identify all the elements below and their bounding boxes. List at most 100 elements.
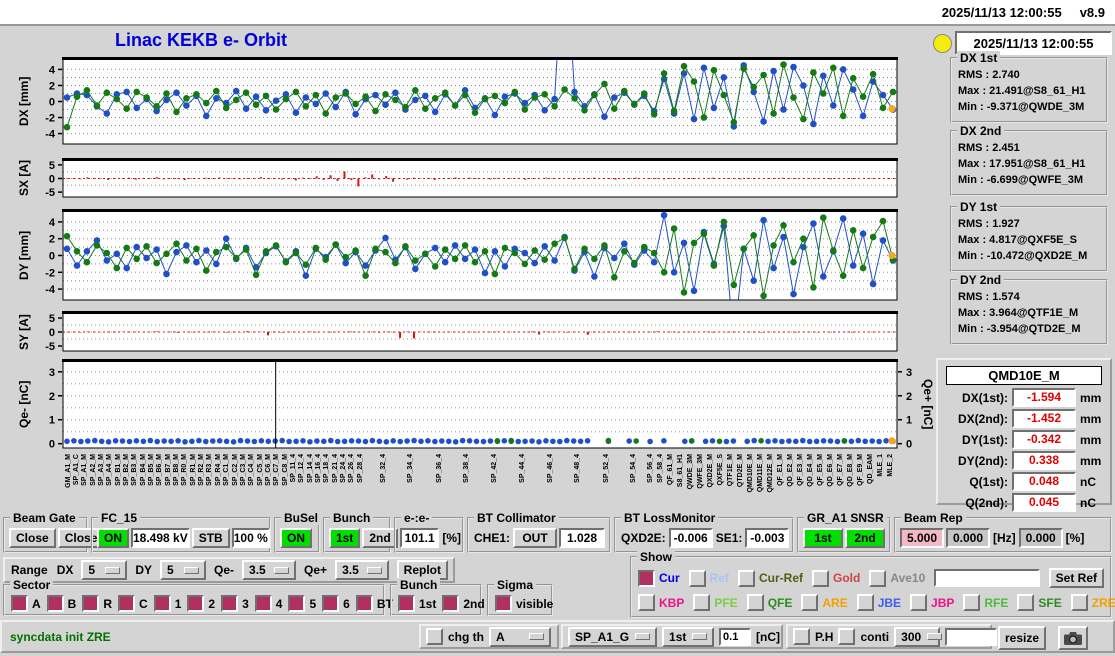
show-checkbox-zre[interactable]: ZRE (1070, 594, 1115, 611)
gr-a1-1st-button[interactable]: 1st (803, 528, 843, 548)
dropdown-indicator-icon (184, 566, 200, 574)
stats-line: Min : -9.371@QWDE_3M (958, 101, 1085, 113)
checkbox-label: 1 (174, 596, 182, 611)
x-axis-label: MLE_2 (887, 454, 894, 477)
show-checkbox-rfe[interactable]: RFE (963, 594, 1008, 611)
show-checkbox-ave10[interactable]: Ave10 (869, 569, 925, 587)
count-dropdown[interactable]: 300 (894, 626, 943, 647)
conti-checkbox[interactable] (838, 628, 856, 645)
sector-checkbox-c[interactable]: C (118, 595, 148, 612)
che1-out-button[interactable]: OUT (513, 528, 558, 548)
checkbox-label: JBE (877, 595, 902, 610)
sector-checkbox-2[interactable]: 2 (187, 595, 215, 612)
range-dx-dropdown[interactable]: 5 (81, 560, 128, 580)
busel-on-button[interactable]: ON (280, 528, 312, 548)
fc15-stb-button[interactable]: STB (191, 528, 230, 548)
sector-checkbox-r[interactable]: R (82, 595, 112, 612)
checkbox-indicator (1070, 594, 1088, 611)
x-axis-label: SP_R2_M (198, 454, 206, 486)
svg-text:2: 2 (49, 234, 55, 246)
beam-gate-close-button-1[interactable]: Close (9, 528, 56, 548)
checkbox-indicator (221, 595, 239, 612)
set-ref-button[interactable]: Set Ref (1048, 568, 1104, 588)
extra-input[interactable] (945, 627, 998, 646)
show-checkbox-cur-ref[interactable]: Cur-Ref (738, 569, 803, 587)
checkbox-indicator (288, 595, 306, 612)
show-checkbox-qfe[interactable]: QFE (746, 594, 792, 611)
x-axis-label: SP_B2_M (123, 454, 130, 486)
show-checkbox-gold[interactable]: Gold (812, 569, 860, 587)
replot-button[interactable]: Replot (396, 560, 448, 580)
sector-checkbox-1[interactable]: 1 (153, 595, 182, 612)
stats-line: RMS : 1.574 (958, 291, 1020, 303)
x-axis-label: QF_E9_M (857, 454, 864, 486)
sector-checkbox-a[interactable]: A (11, 595, 41, 612)
show-checkbox-jbp[interactable]: JBP (910, 594, 954, 611)
ref-file-input[interactable] (934, 569, 1040, 587)
x-axis-label: S8_61_H1 (676, 454, 684, 488)
range-dy-dropdown[interactable]: 5 (160, 560, 207, 580)
status-lamp (933, 34, 952, 53)
dropdown-indicator-icon (367, 566, 383, 574)
sigma-checkbox-visible[interactable]: visible (495, 595, 553, 612)
show-checkbox-jbe[interactable]: JBE (856, 594, 902, 611)
group-bt-collimator: BT Collimator CHE1: OUT 1.028 (467, 511, 611, 553)
show-checkbox-pfe[interactable]: PFE (693, 594, 738, 611)
bunch-select-dropdown[interactable]: 1st (662, 626, 715, 647)
th-channel-dropdown[interactable]: A (489, 626, 551, 647)
x-axis-label: QMD10E_M (746, 454, 754, 493)
che1-value-field: 1.028 (559, 528, 606, 548)
checkbox-label: 6 (343, 596, 350, 611)
stats-group-dy-1st: DY 1st RMS : 1.927 Max : 4.817@QXF5E_S Min … (950, 200, 1108, 272)
x-axis-label: QWFE_3M (696, 454, 704, 489)
fc15-on-button[interactable]: ON (97, 528, 129, 548)
chg-th-checkbox[interactable] (426, 628, 443, 645)
monitor-row-unit: nC (1080, 474, 1096, 489)
show-checkbox-sfe[interactable]: SFE (1017, 594, 1062, 611)
group-label: BuSel (281, 511, 322, 525)
range-qe-minus-dropdown[interactable]: 3.5 (242, 560, 297, 580)
group-beam-rep: Beam Rep 5.000 0.000 [Hz] 0.000 [%] (894, 511, 1112, 553)
svg-text:-5: -5 (45, 187, 55, 199)
checkbox-indicator (856, 594, 874, 611)
show-checkbox-ref[interactable]: Ref (688, 569, 729, 587)
group-label: e-:e- (401, 511, 433, 525)
checkbox-label: KBP (659, 595, 685, 610)
x-axis-label: QF_E3_M (796, 454, 804, 486)
sector-checkbox-6[interactable]: 6 (322, 595, 350, 612)
sector-checkbox-3[interactable]: 3 (221, 595, 249, 612)
sector-checkbox-4[interactable]: 4 (254, 595, 283, 612)
bunch-checkbox-2nd[interactable]: 2nd (442, 595, 485, 612)
dropdown-indicator-icon (692, 633, 708, 640)
threshold-input[interactable] (719, 627, 752, 646)
checkbox-indicator (910, 594, 928, 611)
checkbox-label: 4 (275, 596, 283, 611)
x-axis-label: SP_16_4 (314, 454, 322, 483)
sp-select-dropdown[interactable]: SP_A1_G (568, 626, 658, 647)
svg-text:0: 0 (49, 251, 55, 263)
gr-a1-2nd-button[interactable]: 2nd (845, 528, 885, 548)
checkbox-indicator (153, 595, 171, 612)
show-checkbox-are[interactable]: ARE (801, 594, 848, 611)
group-e-e: e-:e- 101.1 [%] (394, 511, 464, 553)
sector-checkbox-b[interactable]: B (46, 595, 76, 612)
ph-label: P.H (815, 629, 834, 644)
bunch-1st-button[interactable]: 1st (329, 528, 361, 548)
ph-checkbox[interactable] (793, 628, 810, 645)
range-dx-label: DX (56, 563, 74, 577)
x-axis-label: SP_R0_M (181, 454, 189, 486)
stats-group-title: DY 1st (957, 200, 1001, 214)
sector-checkbox-bt[interactable]: BT (355, 595, 393, 612)
bunch-checkbox-1st[interactable]: 1st (398, 595, 436, 612)
x-axis-label: SP_21_4 (331, 454, 339, 483)
resize-button[interactable]: resize (998, 626, 1047, 650)
x-axis-label: QF_E7_M (837, 454, 844, 486)
dx-chart: 4 2 0 -2 -4 (36, 57, 940, 146)
sector-checkbox-5[interactable]: 5 (288, 595, 316, 612)
range-qe-plus-dropdown[interactable]: 3.5 (335, 560, 390, 580)
camera-button[interactable] (1058, 626, 1088, 650)
bunch-2nd-button[interactable]: 2nd (362, 528, 398, 548)
x-axis-label: QMD11E_M (756, 454, 764, 493)
show-checkbox-kbp[interactable]: KBP (638, 594, 684, 611)
show-checkbox-cur[interactable]: Cur (638, 569, 680, 587)
